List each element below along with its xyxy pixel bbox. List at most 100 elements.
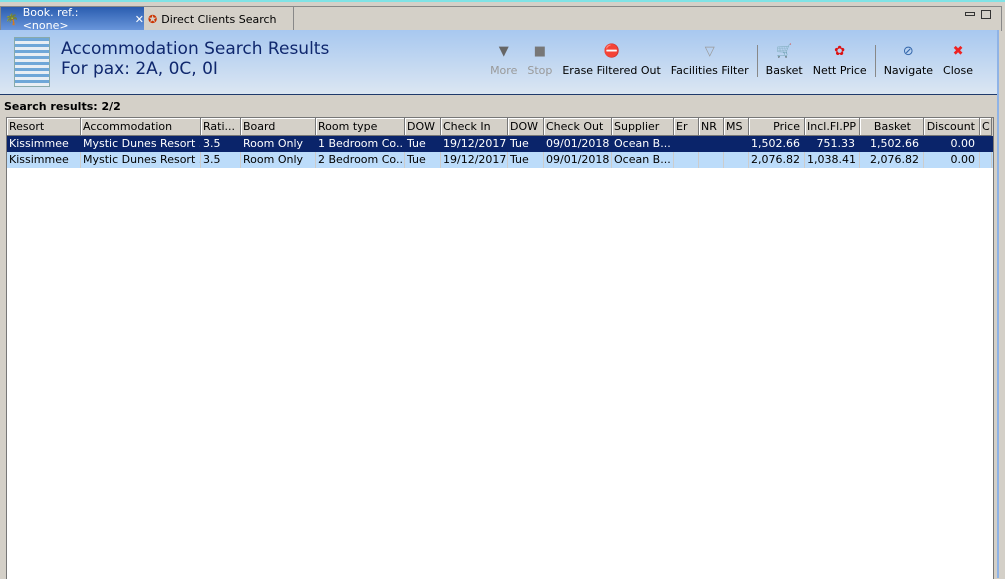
funnel-icon: ▽ [704, 44, 715, 59]
table-cell [674, 152, 699, 168]
navigate-button[interactable]: ⊘ Navigate [879, 44, 938, 77]
table-cell: 751.33 [805, 136, 860, 152]
table-cell [980, 136, 992, 152]
tab-booking[interactable]: 🌴 Book. ref.: <none> ✕ [1, 6, 144, 32]
table-cell: Mystic Dunes Resort ... [83, 136, 201, 152]
tab-direct-clients-search[interactable]: ✪ Direct Clients Search [144, 7, 294, 31]
window-top-border [0, 0, 1005, 2]
toolbar: ▼ More ■ Stop ⛔ Erase Filtered Out ▽ Facilit… [485, 44, 978, 77]
close-icon: ✖ [952, 44, 964, 59]
column-header[interactable]: Board [241, 118, 316, 136]
column-header[interactable]: DOW [508, 118, 544, 136]
table-cell: 09/01/2018 [544, 136, 612, 152]
column-header[interactable]: Supplier [612, 118, 674, 136]
column-header[interactable]: Resort [7, 118, 81, 136]
page-title: Accommodation Search Results [61, 39, 330, 59]
label: Basket [765, 64, 803, 77]
table-cell [674, 136, 699, 152]
table-cell: 19/12/2017 [443, 152, 508, 168]
triangle-down-icon: ▼ [498, 44, 509, 59]
column-header[interactable]: Incl.Fl.PP [805, 118, 860, 136]
nett-price-button[interactable]: ✿ Nett Price [808, 44, 872, 77]
table-cell: 2,076.82 [860, 152, 924, 168]
minimize-icon[interactable] [965, 12, 975, 16]
table-cell: 1,502.66 [860, 136, 924, 152]
tab-label: Book. ref.: <none> [22, 6, 79, 32]
table-row[interactable]: Kissimmee Mystic Dunes Resort ... 3.5 Room … [7, 136, 993, 152]
table-cell: 0.00 [924, 152, 980, 168]
toolbar-separator [756, 45, 758, 77]
table-cell [699, 136, 724, 152]
table-cell: 3.5 [201, 136, 241, 152]
column-header[interactable]: Check Out [544, 118, 612, 136]
label: Navigate [883, 64, 934, 77]
table-cell: 19/12/2017 [443, 136, 508, 152]
palm-icon: 🌴 [5, 12, 19, 26]
column-header[interactable]: Er [674, 118, 699, 136]
table-cell: 3.5 [201, 152, 241, 168]
table-cell: Tue [508, 136, 544, 152]
column-header[interactable]: Rati... [201, 118, 241, 136]
tab-bar: 🌴 Book. ref.: <none> ✕ ✪ Direct Clients Sea… [0, 6, 1002, 32]
table-cell: 2,076.82 [749, 152, 805, 168]
panel-border [997, 30, 999, 578]
building-icon [14, 37, 50, 87]
label: Erase Filtered Out [562, 64, 661, 77]
table-cell: Room Only [241, 152, 316, 168]
stop-icon: ■ [533, 44, 546, 59]
column-header[interactable]: MS [724, 118, 749, 136]
pax-subtitle: For pax: 2A, 0C, 0I [61, 59, 218, 79]
basket-button[interactable]: 🛒 Basket [761, 44, 808, 77]
cart-icon: 🛒 [776, 44, 793, 59]
table-header: Resort Accommodation Rati... Board Room type… [7, 118, 993, 136]
close-tab-icon[interactable]: ✕ [135, 13, 144, 26]
column-header[interactable]: DOW [405, 118, 441, 136]
table-cell: 0.00 [924, 136, 980, 152]
erase-filtered-out-button[interactable]: ⛔ Erase Filtered Out [557, 44, 665, 77]
table-cell: Ocean B... [612, 136, 674, 152]
table-cell [724, 136, 749, 152]
stop-button[interactable]: ■ Stop [522, 44, 557, 77]
search-results-count: Search results: 2/2 [4, 100, 121, 113]
table-cell: 09/01/2018 [544, 152, 612, 168]
table-cell: 1,502.66 [749, 136, 805, 152]
maximize-icon[interactable] [981, 10, 991, 19]
column-header[interactable]: NR [699, 118, 724, 136]
label: Nett Price [812, 64, 867, 77]
table-cell: 2 Bedroom Co... [318, 152, 405, 168]
table-cell: Tue [405, 152, 441, 168]
tab-label: Direct Clients Search [161, 12, 277, 26]
table-cell: Ocean B... [612, 152, 674, 168]
erase-bin-icon: ⛔ [603, 44, 620, 59]
nett-price-icon: ✿ [834, 44, 846, 59]
column-header[interactable]: Room type [316, 118, 405, 136]
column-header[interactable]: C [980, 118, 992, 136]
column-header[interactable]: Discount [924, 118, 980, 136]
person-icon: ✪ [148, 12, 158, 26]
table-cell: 1,038.41 [805, 152, 860, 168]
table-cell: Kissimmee [7, 136, 81, 152]
table-cell: Tue [508, 152, 544, 168]
more-button[interactable]: ▼ More [485, 44, 522, 77]
table-cell [724, 152, 749, 168]
results-table: Resort Accommodation Rati... Board Room type… [6, 117, 994, 579]
column-header[interactable]: Check In [441, 118, 508, 136]
toolbar-separator [874, 45, 876, 77]
label: More [490, 64, 518, 77]
label: Close [943, 64, 973, 77]
results-header: Accommodation Search Results For pax: 2A,… [0, 30, 998, 95]
table-cell: Tue [405, 136, 441, 152]
facilities-filter-button[interactable]: ▽ Facilities Filter [666, 44, 754, 77]
compass-icon: ⊘ [902, 44, 914, 59]
table-cell: Kissimmee [7, 152, 81, 168]
label: Facilities Filter [670, 64, 749, 77]
table-cell: Mystic Dunes Resort ... [83, 152, 201, 168]
close-button[interactable]: ✖ Close [938, 44, 978, 77]
column-header[interactable]: Accommodation [81, 118, 201, 136]
column-header[interactable]: Price [749, 118, 805, 136]
table-row[interactable]: Kissimmee Mystic Dunes Resort ... 3.5 Room … [7, 152, 993, 168]
table-cell [699, 152, 724, 168]
table-cell [980, 152, 992, 168]
column-header[interactable]: Basket [860, 118, 924, 136]
label: Stop [527, 64, 553, 77]
